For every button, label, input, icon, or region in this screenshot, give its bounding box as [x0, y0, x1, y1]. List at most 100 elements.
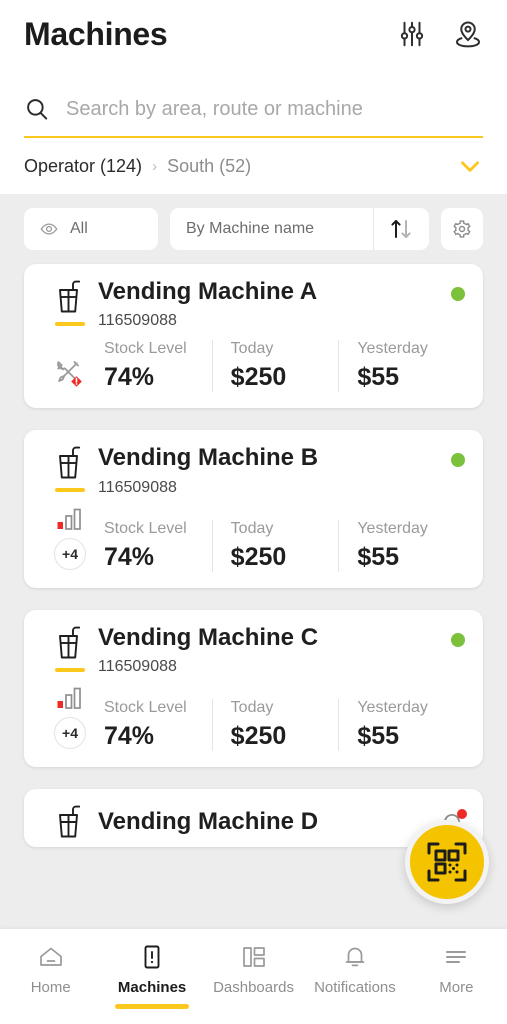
scan-qr-fab[interactable]	[405, 820, 489, 904]
machine-id: 116509088	[98, 312, 177, 330]
machine-card-header: Vending Machine C 116509088	[42, 624, 465, 676]
breadcrumb-separator: ›	[152, 157, 158, 175]
machine-card-stats: Stock Level 74% Today $250 Yesterday $55	[42, 340, 465, 393]
tools-alert-icon[interactable]	[54, 360, 86, 390]
nav-item-machines[interactable]: Machines	[101, 943, 202, 1009]
machine-list-scroll[interactable]: Vending Machine A 116509088 Stock Level …	[0, 262, 507, 917]
drink-cup-icon	[53, 624, 87, 662]
search-bar[interactable]	[24, 82, 483, 138]
drink-cup-icon	[53, 803, 87, 841]
more-alerts-badge[interactable]: +4	[54, 537, 86, 570]
stat-value: 74%	[104, 722, 155, 751]
machine-name: Vending Machine B	[98, 444, 319, 472]
machine-card-stats: +4 Stock Level 74% Today $250 Yesterday	[42, 686, 465, 752]
breadcrumb[interactable]: Operator (124) › South (52)	[24, 138, 483, 194]
machine-type-rail	[42, 624, 98, 672]
machine-alert-rail: +4	[42, 507, 98, 572]
machine-card-header: Vending Machine B 116509088	[42, 444, 465, 496]
stat-item: Stock Level 74%	[98, 520, 212, 572]
stat-item: Today $250	[211, 519, 339, 572]
machine-title-group: Vending Machine D	[98, 808, 439, 836]
breadcrumb-current[interactable]: South (52)	[167, 156, 251, 177]
signal-bars-icon[interactable]	[56, 507, 84, 531]
sort-arrows-icon	[389, 218, 415, 240]
top-section: Machines Search by area, route or machin…	[0, 0, 507, 194]
machine-card[interactable]: Vending Machine A 116509088 Stock Level …	[24, 264, 483, 409]
machine-title-group: Vending Machine B 116509088	[98, 444, 451, 496]
nav-item-dashboards[interactable]: Dashboards	[203, 943, 304, 996]
drink-cup-icon	[53, 278, 87, 316]
filter-sliders-icon[interactable]	[397, 19, 427, 49]
stat-value: $55	[357, 542, 400, 571]
nav-item-notifications[interactable]: Notifications	[304, 943, 405, 996]
stat-value: $250	[230, 542, 287, 571]
app-header: Machines	[24, 0, 483, 62]
status-badge	[451, 632, 465, 647]
stat-item: Today $250	[211, 340, 339, 393]
signal-bars-icon[interactable]	[56, 686, 84, 710]
header-actions	[397, 19, 483, 49]
stat-item: Today $250	[211, 699, 339, 752]
stat-value: $55	[357, 722, 400, 751]
stat-group: Stock Level 74% Today $250 Yesterday $55	[98, 340, 465, 393]
nav-label: Machines	[117, 979, 187, 996]
eye-icon	[40, 220, 58, 238]
nav-label: Notifications	[314, 979, 396, 996]
machine-type-indicator	[55, 322, 85, 326]
stat-value: 74%	[104, 363, 155, 392]
machine-card[interactable]: Vending Machine B 116509088 +4 Stock Lev…	[24, 430, 483, 588]
status-badge	[451, 453, 465, 468]
qr-scan-icon	[426, 841, 468, 883]
machine-type-indicator	[55, 667, 85, 672]
view-filter-label: All	[70, 220, 88, 237]
status-badge	[451, 287, 465, 301]
nav-label: Dashboards	[213, 979, 294, 996]
stat-label: Stock Level	[104, 699, 187, 717]
location-pin-icon[interactable]	[453, 19, 483, 49]
machines-screen: Machines Search by area, route or machin…	[0, 0, 507, 1024]
machine-alert-rail: +4	[42, 686, 98, 751]
machine-type-rail	[42, 803, 98, 841]
machine-title-group: Vending Machine A 116509088	[98, 278, 451, 330]
home-icon	[37, 943, 65, 971]
nav-label: Home	[30, 979, 71, 996]
stat-label: Stock Level	[104, 519, 187, 537]
machine-card[interactable]: Vending Machine C 116509088 +4 Stock Lev…	[24, 609, 483, 768]
more-lines-icon	[442, 943, 470, 971]
machine-card-stats: +4 Stock Level 74% Today $250 Yesterday	[42, 507, 465, 572]
stat-value: $250	[230, 363, 287, 392]
more-alerts-badge[interactable]: +4	[54, 717, 86, 750]
stat-group: Stock Level 74% Today $250 Yesterday $55	[98, 519, 465, 572]
chevron-down-icon[interactable]	[457, 153, 483, 179]
stat-label: Yesterday	[357, 340, 428, 358]
stat-value: $250	[230, 722, 287, 751]
sort-control[interactable]: By Machine name	[170, 208, 429, 250]
stat-item: Stock Level 74%	[98, 699, 212, 751]
stat-label: Stock Level	[104, 340, 187, 358]
machine-list: Vending Machine A 116509088 Stock Level …	[0, 264, 507, 848]
settings-button[interactable]	[441, 208, 483, 250]
machine-name: Vending Machine C	[98, 623, 319, 651]
machine-alert-rail	[42, 360, 98, 392]
page-title: Machines	[24, 15, 168, 52]
stat-label: Yesterday	[357, 699, 428, 717]
machine-card-header: Vending Machine A 116509088	[42, 278, 465, 330]
sort-direction-button[interactable]	[373, 208, 429, 250]
filter-bar: All By Machine name	[0, 194, 507, 262]
drink-cup-icon	[53, 444, 87, 482]
nav-item-more[interactable]: More	[406, 943, 507, 996]
breadcrumb-parent[interactable]: Operator (124)	[24, 156, 142, 177]
stat-item: Yesterday $55	[338, 519, 465, 572]
stat-item: Yesterday $55	[338, 340, 465, 393]
sort-label[interactable]: By Machine name	[170, 208, 361, 250]
nav-item-home[interactable]: Home	[0, 943, 101, 996]
nav-label: More	[439, 979, 474, 996]
stat-group: Stock Level 74% Today $250 Yesterday $55	[98, 699, 465, 752]
machine-icon	[138, 943, 166, 971]
view-filter-button[interactable]: All	[24, 208, 158, 250]
stat-label: Today	[230, 519, 274, 537]
stat-label: Yesterday	[357, 519, 428, 537]
stat-value: $55	[357, 363, 400, 392]
machine-card-header: Vending Machine D	[42, 803, 467, 841]
search-input[interactable]	[66, 97, 483, 121]
